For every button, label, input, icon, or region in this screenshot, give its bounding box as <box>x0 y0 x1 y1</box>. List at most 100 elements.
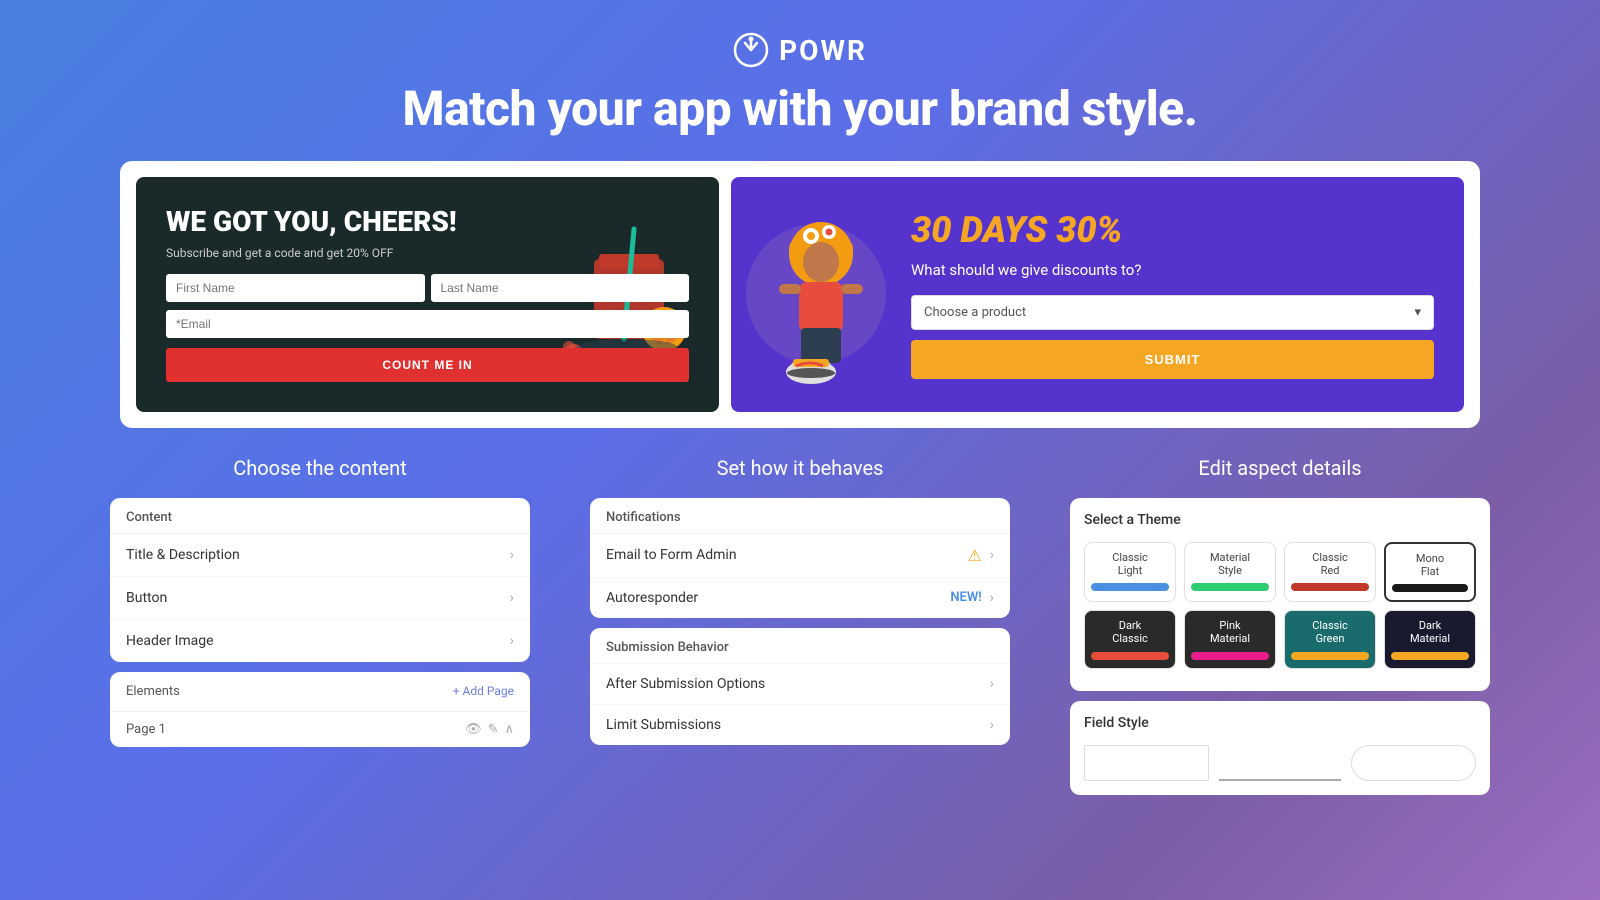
classic-green-swatch <box>1291 652 1369 660</box>
email-admin-label: Email to Form Admin <box>606 547 737 563</box>
discount-subtitle: What should we give discounts to? <box>911 261 1434 279</box>
title-description-label: Title & Description <box>126 547 240 563</box>
theme-name: PinkMaterial <box>1210 619 1250 645</box>
choose-content-column: Choose the content Content Title & Descr… <box>80 456 560 747</box>
set-behavior-column: Set how it behaves Notifications Email t… <box>560 456 1040 745</box>
limit-submissions-item[interactable]: Limit Submissions › <box>590 704 1010 745</box>
chevron-down-icon: ▾ <box>1414 305 1421 320</box>
bottom-section: Choose the content Content Title & Descr… <box>80 456 1520 795</box>
notifications-card: Notifications Email to Form Admin ⚠ › Au… <box>590 498 1010 618</box>
elements-card: Elements + Add Page Page 1 👁 ✎ ∧ <box>110 672 530 747</box>
edit-aspect-column: Edit aspect details Select a Theme Class… <box>1040 456 1520 795</box>
set-behavior-title: Set how it behaves <box>590 456 1010 480</box>
theme-dark-classic[interactable]: DarkClassic <box>1084 610 1176 668</box>
logo-text: POWR <box>779 34 867 67</box>
header-image-item[interactable]: Header Image › <box>110 620 530 662</box>
theme-name: ClassicRed <box>1312 551 1348 577</box>
choose-content-title: Choose the content <box>110 456 530 480</box>
notif-right-warning: ⚠ › <box>967 546 994 565</box>
field-style-title: Field Style <box>1084 715 1476 731</box>
autoresponder-label: Autoresponder <box>606 590 698 606</box>
new-badge: NEW! <box>950 590 981 605</box>
classic-red-swatch <box>1291 583 1369 591</box>
autoresponder-item[interactable]: Autoresponder NEW! › <box>590 577 1010 618</box>
chevron-right-icon: › <box>510 547 514 563</box>
theme-name: DarkClassic <box>1112 619 1148 645</box>
chevron-right-icon: › <box>510 633 514 649</box>
add-page-button[interactable]: + Add Page <box>453 684 514 698</box>
content-card: Content Title & Description › Button › H… <box>110 498 530 662</box>
theme-pink-material[interactable]: PinkMaterial <box>1184 610 1276 668</box>
preview-right-content: 30 DAYS 30% What should we give discount… <box>911 209 1434 379</box>
email-to-form-admin-item[interactable]: Email to Form Admin ⚠ › <box>590 533 1010 577</box>
button-item[interactable]: Button › <box>110 577 530 620</box>
chevron-right-icon: › <box>990 717 994 733</box>
first-name-input[interactable] <box>166 274 425 302</box>
theme-grid: ClassicLight MaterialStyle ClassicRed Mo… <box>1084 542 1476 669</box>
edit-aspect-title: Edit aspect details <box>1070 456 1490 480</box>
material-style-swatch <box>1191 583 1269 591</box>
theme-mono-flat[interactable]: MonoFlat <box>1384 542 1476 602</box>
pink-material-swatch <box>1191 652 1269 660</box>
elements-title: Elements <box>126 684 180 699</box>
page-header: POWR Match your app with your brand styl… <box>0 0 1600 161</box>
theme-name: MonoFlat <box>1416 552 1444 578</box>
powr-logo-icon <box>733 32 769 68</box>
theme-name: MaterialStyle <box>1210 551 1250 577</box>
submit-button[interactable]: SUBMIT <box>911 340 1434 379</box>
submission-behavior-header: Submission Behavior <box>590 628 1010 663</box>
after-submission-label: After Submission Options <box>606 676 765 692</box>
button-label: Button <box>126 590 167 606</box>
count-me-in-button[interactable]: COUNT ME IN <box>166 348 689 382</box>
notifications-header: Notifications <box>590 498 1010 533</box>
chevron-right-icon: › <box>990 547 994 563</box>
select-theme-title: Select a Theme <box>1084 512 1476 528</box>
preview-left-title: WE GOT YOU, CHEERS! <box>166 207 689 238</box>
warning-icon: ⚠ <box>967 546 981 565</box>
field-style-square[interactable] <box>1084 745 1209 781</box>
after-submission-item[interactable]: After Submission Options › <box>590 663 1010 704</box>
chevron-up-icon[interactable]: ∧ <box>504 722 514 737</box>
eye-icon[interactable]: 👁 <box>465 722 482 737</box>
name-fields-row <box>166 274 689 302</box>
mono-flat-swatch <box>1392 584 1468 592</box>
chevron-right-icon: › <box>510 590 514 606</box>
product-select[interactable]: Choose a product ▾ <box>911 295 1434 330</box>
preview-left-content: WE GOT YOU, CHEERS! Subscribe and get a … <box>166 207 689 382</box>
field-style-card: Field Style <box>1070 701 1490 795</box>
main-headline: Match your app with your brand style. <box>0 80 1600 137</box>
theme-card: Select a Theme ClassicLight MaterialStyl… <box>1070 498 1490 691</box>
discount-title: 30 DAYS 30% <box>911 209 1434 251</box>
page-1-label: Page 1 <box>126 722 166 737</box>
page-1-item[interactable]: Page 1 👁 ✎ ∧ <box>110 711 530 747</box>
logo: POWR <box>0 32 1600 68</box>
field-style-rounded[interactable] <box>1351 745 1476 781</box>
dark-classic-swatch <box>1091 652 1169 660</box>
title-description-item[interactable]: Title & Description › <box>110 534 530 577</box>
theme-name: ClassicGreen <box>1312 619 1348 645</box>
chevron-right-icon: › <box>990 590 994 606</box>
elements-header: Elements + Add Page <box>110 672 530 711</box>
header-image-label: Header Image <box>126 633 214 649</box>
edit-icon[interactable]: ✎ <box>488 722 499 737</box>
select-placeholder: Choose a product <box>924 305 1026 320</box>
person-illustration <box>731 177 911 412</box>
email-input[interactable] <box>166 310 689 338</box>
limit-submissions-label: Limit Submissions <box>606 717 721 733</box>
page-action-icons: 👁 ✎ ∧ <box>465 722 514 737</box>
theme-material-style[interactable]: MaterialStyle <box>1184 542 1276 602</box>
theme-classic-light[interactable]: ClassicLight <box>1084 542 1176 602</box>
field-style-flat[interactable] <box>1219 745 1342 781</box>
notif-right-new: NEW! › <box>950 590 994 606</box>
preview-left-subtitle: Subscribe and get a code and get 20% OFF <box>166 246 689 260</box>
content-header: Content <box>110 498 530 534</box>
chevron-right-icon: › <box>990 676 994 692</box>
classic-light-swatch <box>1091 583 1169 591</box>
field-style-options <box>1084 745 1476 781</box>
preview-purple-card: 30 DAYS 30% What should we give discount… <box>731 177 1464 412</box>
last-name-input[interactable] <box>431 274 690 302</box>
theme-classic-green[interactable]: ClassicGreen <box>1284 610 1376 668</box>
theme-classic-red[interactable]: ClassicRed <box>1284 542 1376 602</box>
submission-card: Submission Behavior After Submission Opt… <box>590 628 1010 745</box>
theme-dark-material[interactable]: DarkMaterial <box>1384 610 1476 668</box>
